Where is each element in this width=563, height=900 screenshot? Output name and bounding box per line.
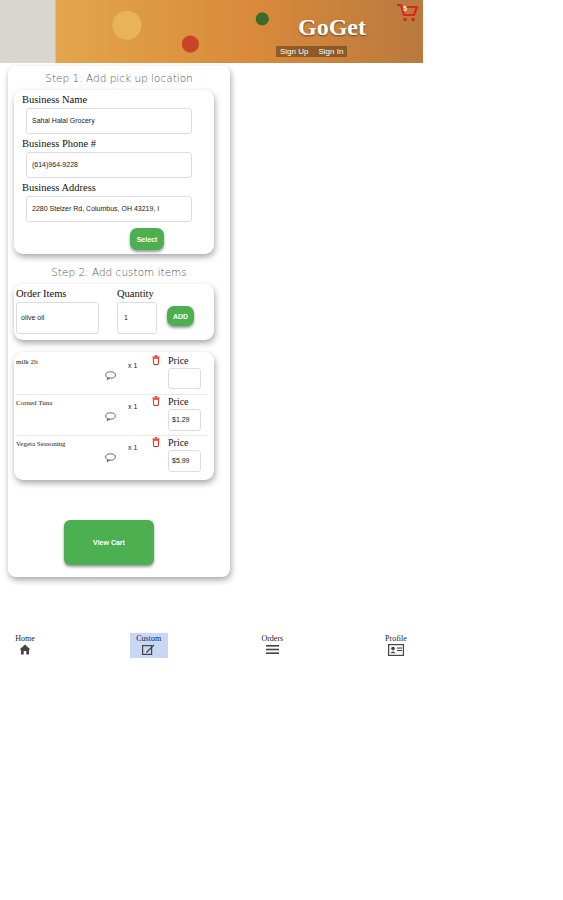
item-quantity: x 1 <box>128 362 144 369</box>
item-row: Vegeta Seasoning x 1 Price $5.99 <box>16 436 208 476</box>
logo[interactable]: GoGet <box>298 14 366 41</box>
form-field: Business Address 2280 Stelzer Rd, Columbu… <box>22 182 206 222</box>
app: GoGet 5 Sign Up Sign In Step 1: Add pick up … <box>0 0 423 658</box>
location-card: Business NameSahal Halal GroceryBusiness… <box>14 90 214 254</box>
cart-badge: 5 <box>403 5 407 12</box>
main-area: Step 1: Add pick up location Business Nam… <box>0 63 423 633</box>
cart-button[interactable]: 5 <box>396 3 420 25</box>
item-row: milk 2lt x 1 Price <box>16 354 208 395</box>
field-label: Business Address <box>22 182 206 193</box>
item-quantity: x 1 <box>128 444 144 451</box>
form-field: Business Name Sahal Halal Grocery <box>22 94 206 134</box>
menu-icon <box>266 644 279 655</box>
field-label: Business Phone # <box>22 138 206 149</box>
auth-link[interactable]: Sign Up <box>280 47 308 56</box>
price-input[interactable] <box>168 368 201 389</box>
order-item-field: Order Items olive oil <box>16 288 99 334</box>
trash-icon[interactable] <box>152 437 160 447</box>
item-row: Corned Tuna x 1 Price $1.29 <box>16 395 208 436</box>
quantity-field: Quantity 1 <box>117 288 157 334</box>
header-banner: GoGet 5 Sign Up Sign In <box>0 0 423 63</box>
price-input[interactable]: $5.99 <box>168 450 201 472</box>
comment-icon[interactable] <box>105 412 116 421</box>
text-input[interactable]: Sahal Halal Grocery <box>26 108 192 134</box>
nav-item[interactable]: Home <box>6 633 44 658</box>
select-button[interactable]: Select <box>130 228 164 250</box>
item-input[interactable]: olive oil <box>16 302 99 334</box>
item-name: milk 2lt <box>16 358 116 366</box>
home-icon <box>19 644 31 655</box>
items-list: milk 2lt x 1 Price Corned Tuna x 1 Price $1.29… <box>14 352 214 480</box>
trash-icon[interactable] <box>152 396 160 406</box>
price-input[interactable]: $1.29 <box>168 409 201 431</box>
price-label: Price <box>168 437 189 448</box>
price-label: Price <box>168 396 189 407</box>
id-card-icon <box>388 644 404 656</box>
comment-icon[interactable] <box>105 453 116 462</box>
field-label: Business Name <box>22 94 206 105</box>
step-title: Step 2: Add custom items <box>14 266 224 278</box>
cart-icon <box>396 3 418 23</box>
item-name: Vegeta Seasoning <box>16 440 116 448</box>
price-label: Price <box>168 355 189 366</box>
item-name: Corned Tuna <box>16 399 116 407</box>
text-input[interactable]: (614)964-9228 <box>26 152 192 178</box>
nav-item[interactable]: Orders <box>253 633 291 658</box>
add-item-card: Order Items olive oil Quantity 1 ADD <box>14 284 214 340</box>
bottom-nav: Home Custom Orders Profile <box>0 633 423 658</box>
auth-links: Sign Up Sign In <box>276 46 347 57</box>
add-button[interactable]: ADD <box>167 306 194 326</box>
form-field: Business Phone # (614)964-9228 <box>22 138 206 178</box>
edit-icon <box>142 644 155 655</box>
order-panel: Step 1: Add pick up location Business Nam… <box>8 66 230 577</box>
item-quantity: x 1 <box>128 403 144 410</box>
comment-icon[interactable] <box>105 371 116 380</box>
text-input[interactable]: 2280 Stelzer Rd, Columbus, OH 43219, I <box>26 196 192 222</box>
auth-link[interactable]: Sign In <box>318 47 343 56</box>
trash-icon[interactable] <box>152 355 160 365</box>
nav-item[interactable]: Profile <box>377 633 415 658</box>
step-title: Step 1: Add pick up location <box>14 72 224 84</box>
view-cart-button[interactable]: View Cart <box>64 520 154 565</box>
quantity-input[interactable]: 1 <box>117 302 157 334</box>
field-label: Quantity <box>117 288 157 299</box>
field-label: Order Items <box>16 288 99 299</box>
nav-item[interactable]: Custom <box>130 633 168 658</box>
